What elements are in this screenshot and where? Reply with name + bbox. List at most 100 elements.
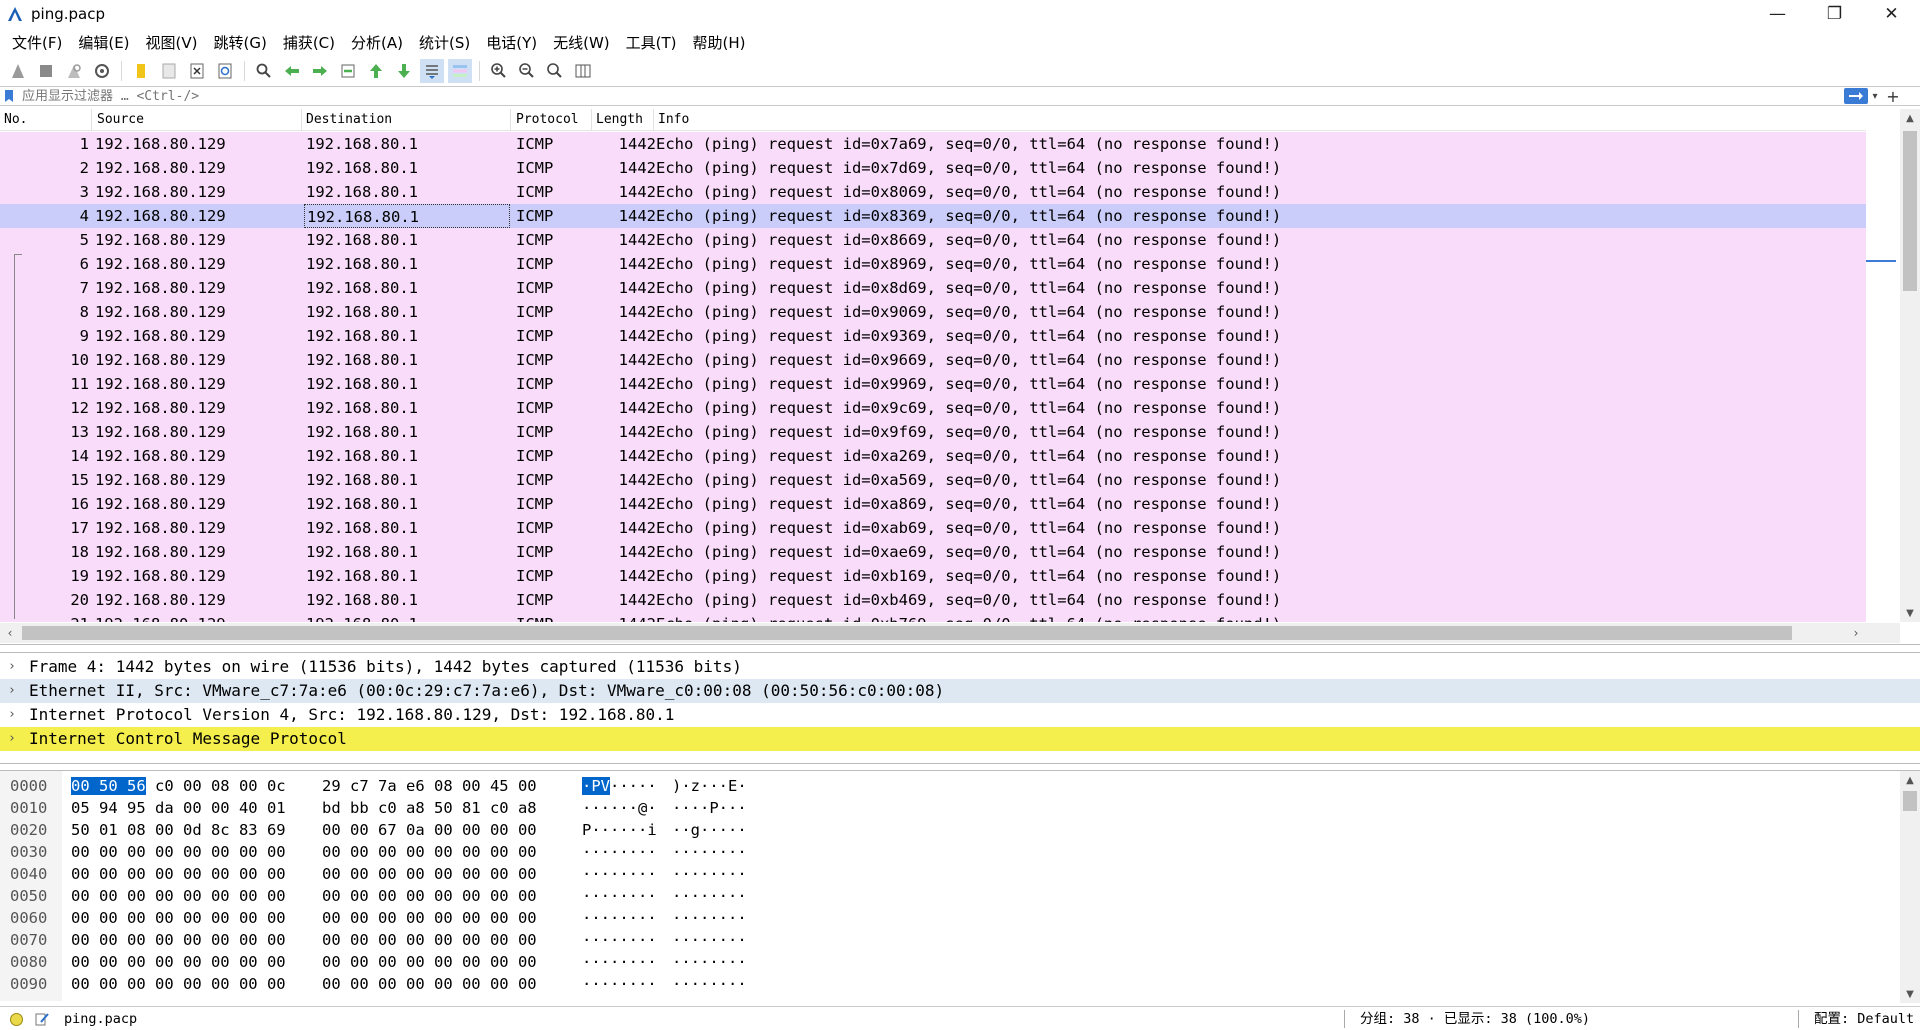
byte-hex2[interactable]: 00 00 00 00 00 00 00 00 [322, 951, 537, 973]
menu-statistics[interactable]: 统计(S) [411, 32, 478, 53]
save-icon[interactable] [157, 59, 181, 83]
reload-icon[interactable] [213, 59, 237, 83]
byte-hex2[interactable]: 00 00 00 00 00 00 00 00 [322, 973, 537, 995]
byte-asc1[interactable]: ········ [582, 841, 657, 863]
byte-hex1[interactable]: 00 00 00 00 00 00 00 00 [71, 929, 286, 951]
menu-capture[interactable]: 捕获(C) [275, 32, 343, 53]
restart-icon[interactable] [62, 59, 86, 83]
scroll-left-icon[interactable]: ‹ [0, 623, 20, 643]
byte-hex2[interactable]: bd bb c0 a8 50 81 c0 a8 [322, 797, 537, 819]
packet-row[interactable]: 9 192.168.80.129 192.168.80.1 ICMP 1442 Echo … [0, 324, 1866, 348]
add-filter-button[interactable]: + [1882, 87, 1904, 106]
byte-asc1[interactable]: P······i [582, 819, 657, 841]
chevron-down-icon[interactable]: ▾ [1868, 91, 1882, 102]
chevron-right-icon[interactable]: › [8, 655, 22, 679]
byte-hex1[interactable]: 50 01 08 00 0d 8c 83 69 [71, 819, 286, 841]
packet-row[interactable]: 3 192.168.80.129 192.168.80.1 ICMP 1442 Echo … [0, 180, 1866, 204]
packet-row[interactable]: 13 192.168.80.129 192.168.80.1 ICMP 1442 Echo… [0, 420, 1866, 444]
menu-file[interactable]: 文件(F) [4, 32, 70, 53]
byte-asc1[interactable]: ········ [582, 973, 657, 995]
packet-row[interactable]: 16 192.168.80.129 192.168.80.1 ICMP 1442 Echo… [0, 492, 1866, 516]
byte-asc2[interactable]: ····P··· [672, 797, 747, 819]
detail-icmp[interactable]: › Internet Control Message Protocol [0, 727, 1920, 751]
packet-row[interactable]: 5 192.168.80.129 192.168.80.1 ICMP 1442 Echo … [0, 228, 1866, 252]
byte-asc2[interactable]: )·z···E· [672, 775, 747, 797]
first-packet-icon[interactable] [364, 59, 388, 83]
byte-hex2[interactable]: 29 c7 7a e6 08 00 45 00 [322, 775, 537, 797]
menu-tools[interactable]: 工具(T) [618, 32, 685, 53]
byte-hex2[interactable]: 00 00 00 00 00 00 00 00 [322, 863, 537, 885]
byte-asc2[interactable]: ········ [672, 907, 747, 929]
byte-hex1[interactable]: 00 00 00 00 00 00 00 00 [71, 973, 286, 995]
byte-asc1[interactable]: ········ [582, 907, 657, 929]
packet-row[interactable]: 8 192.168.80.129 192.168.80.1 ICMP 1442 Echo … [0, 300, 1866, 324]
byte-hex2[interactable]: 00 00 00 00 00 00 00 00 [322, 929, 537, 951]
chevron-right-icon[interactable]: › [8, 679, 22, 703]
detail-ethernet[interactable]: › Ethernet II, Src: VMware_c7:7a:e6 (00:… [0, 679, 1920, 703]
back-icon[interactable] [280, 59, 304, 83]
scroll-thumb[interactable] [1903, 791, 1917, 811]
shark-fin-start-icon[interactable] [6, 59, 30, 83]
open-file-icon[interactable] [129, 59, 153, 83]
zoom-out-icon[interactable] [515, 59, 539, 83]
byte-asc1[interactable]: ········ [582, 929, 657, 951]
byte-hex2[interactable]: 00 00 00 00 00 00 00 00 [322, 907, 537, 929]
restore-button[interactable]: ❐ [1806, 0, 1863, 28]
packet-list-hscrollbar[interactable]: ‹ › [0, 623, 1900, 643]
scroll-thumb[interactable] [1903, 131, 1917, 291]
detail-frame[interactable]: › Frame 4: 1442 bytes on wire (11536 bit… [0, 655, 1920, 679]
status-profile[interactable]: 配置: Default [1814, 1007, 1914, 1030]
packet-row[interactable]: 18 192.168.80.129 192.168.80.1 ICMP 1442 Echo… [0, 540, 1866, 564]
bookmark-icon[interactable] [0, 87, 18, 105]
column-header-no[interactable]: No. [0, 109, 92, 131]
scroll-right-icon[interactable]: › [1846, 623, 1866, 643]
menu-view[interactable]: 视图(V) [138, 32, 206, 53]
byte-asc2[interactable]: ········ [672, 973, 747, 995]
packet-row[interactable]: 10 192.168.80.129 192.168.80.1 ICMP 1442 Echo… [0, 348, 1866, 372]
packet-row[interactable]: 1 192.168.80.129 192.168.80.1 ICMP 1442 Echo … [0, 132, 1866, 156]
byte-hex2[interactable]: 00 00 67 0a 00 00 00 00 [322, 819, 537, 841]
scroll-up-icon[interactable]: ▲ [1900, 109, 1920, 127]
menu-edit[interactable]: 编辑(E) [70, 32, 137, 53]
byte-asc2[interactable]: ········ [672, 863, 747, 885]
menu-telephony[interactable]: 电话(Y) [478, 32, 545, 53]
find-icon[interactable] [252, 59, 276, 83]
stop-icon[interactable] [34, 59, 58, 83]
packet-row[interactable]: 4 192.168.80.129 192.168.80.1 ICMP 1442 Echo … [0, 204, 1866, 228]
go-to-packet-icon[interactable] [336, 59, 360, 83]
byte-hex1[interactable]: 00 00 00 00 00 00 00 00 [71, 885, 286, 907]
menu-help[interactable]: 帮助(H) [685, 32, 754, 53]
packet-row[interactable]: 15 192.168.80.129 192.168.80.1 ICMP 1442 Echo… [0, 468, 1866, 492]
byte-hex1[interactable]: 00 00 00 00 00 00 00 00 [71, 907, 286, 929]
packet-row[interactable]: 11 192.168.80.129 192.168.80.1 ICMP 1442 Echo… [0, 372, 1866, 396]
byte-hex2[interactable]: 00 00 00 00 00 00 00 00 [322, 841, 537, 863]
colorize-icon[interactable] [448, 59, 472, 83]
bytes-vscrollbar[interactable]: ▲ ▼ [1900, 771, 1920, 1003]
last-packet-icon[interactable] [392, 59, 416, 83]
scroll-down-icon[interactable]: ▼ [1900, 985, 1920, 1003]
packet-row[interactable]: 14 192.168.80.129 192.168.80.1 ICMP 1442 Echo… [0, 444, 1866, 468]
scroll-up-icon[interactable]: ▲ [1900, 771, 1920, 789]
byte-hex1[interactable]: 00 00 00 00 00 00 00 00 [71, 841, 286, 863]
byte-asc1[interactable]: ········ [582, 885, 657, 907]
menu-go[interactable]: 跳转(G) [206, 32, 275, 53]
byte-asc2[interactable]: ········ [672, 885, 747, 907]
byte-asc1[interactable]: ········ [582, 951, 657, 973]
byte-hex1[interactable]: 00 00 00 00 00 00 00 00 [71, 863, 286, 885]
byte-hex1[interactable]: 00 50 56 c0 00 08 00 0c [71, 775, 286, 797]
byte-asc2[interactable]: ········ [672, 841, 747, 863]
byte-asc2[interactable]: ········ [672, 929, 747, 951]
column-header-info[interactable]: Info [654, 109, 1866, 131]
capture-options-icon[interactable] [90, 59, 114, 83]
packet-row[interactable]: 19 192.168.80.129 192.168.80.1 ICMP 1442 Echo… [0, 564, 1866, 588]
packet-row[interactable]: 7 192.168.80.129 192.168.80.1 ICMP 1442 Echo … [0, 276, 1866, 300]
packet-row[interactable]: 6 192.168.80.129 192.168.80.1 ICMP 1442 Echo … [0, 252, 1866, 276]
byte-asc1[interactable]: ······@· [582, 797, 657, 819]
byte-asc1[interactable]: ········ [582, 863, 657, 885]
close-button[interactable]: ✕ [1863, 0, 1920, 28]
byte-hex2[interactable]: 00 00 00 00 00 00 00 00 [322, 885, 537, 907]
edit-comment-icon[interactable] [34, 1011, 50, 1027]
column-header-protocol[interactable]: Protocol [512, 109, 592, 131]
resize-columns-icon[interactable] [571, 59, 595, 83]
scroll-thumb[interactable] [22, 626, 1792, 640]
